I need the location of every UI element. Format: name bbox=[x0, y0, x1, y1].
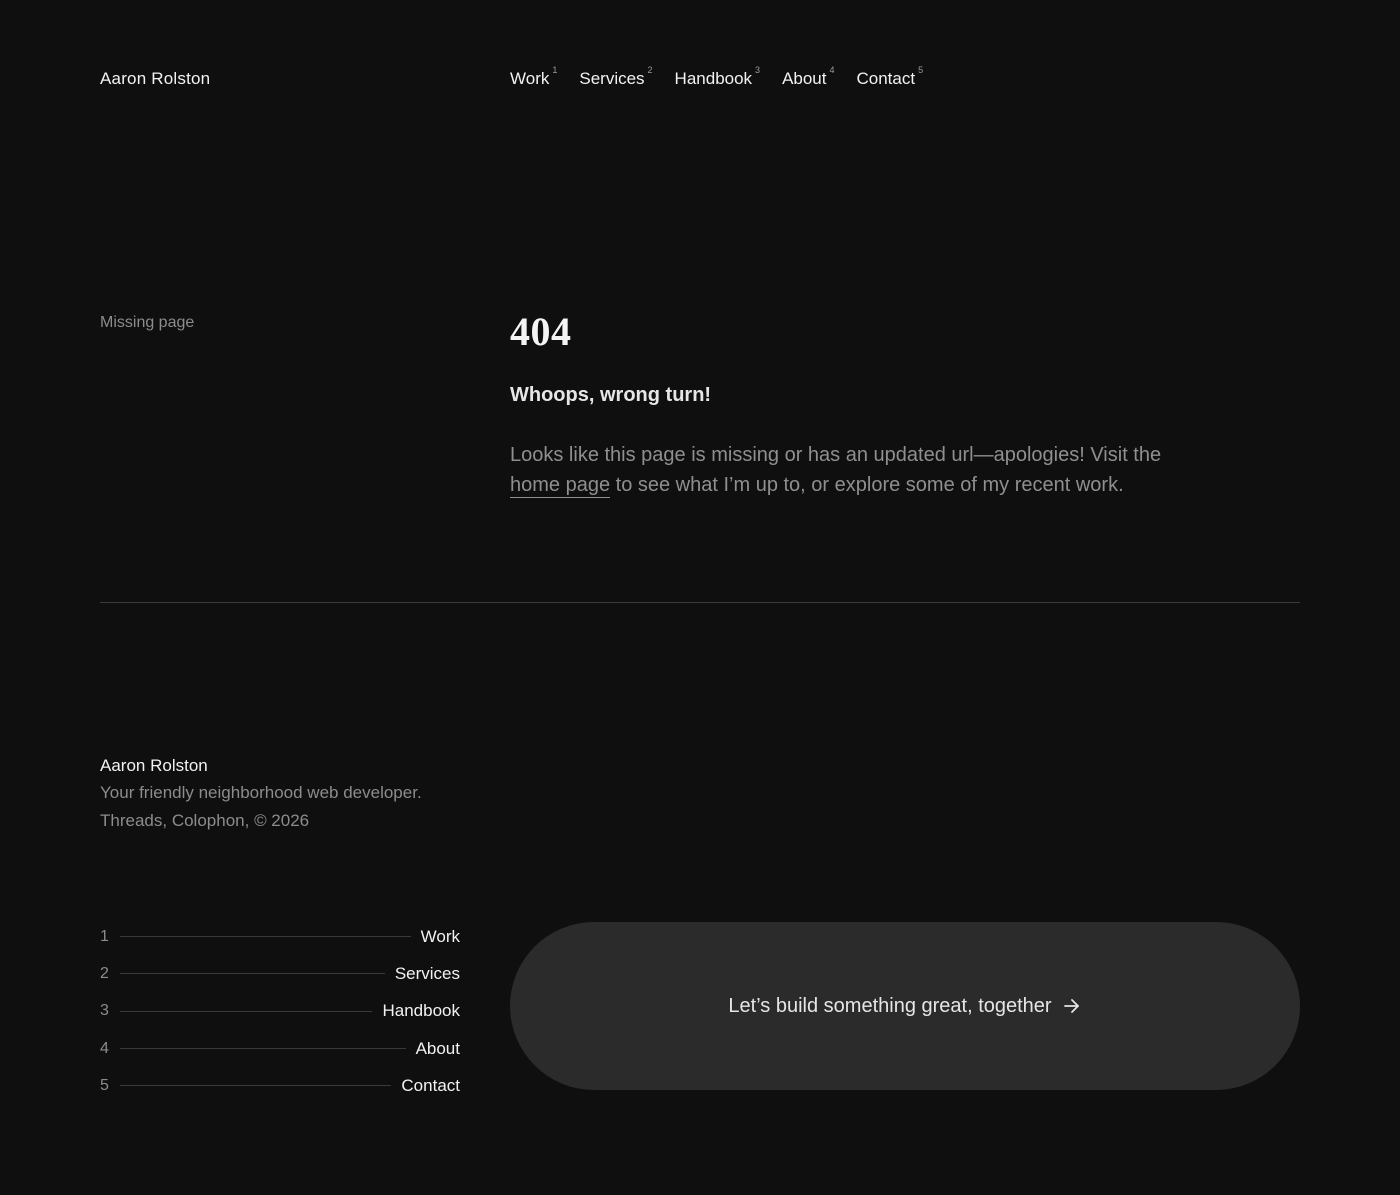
footer-nav-rule bbox=[120, 1010, 373, 1012]
section-divider bbox=[100, 602, 1300, 603]
nav-item-about[interactable]: About 4 bbox=[782, 65, 834, 89]
footer-nav-item-services[interactable]: 2 Services bbox=[100, 955, 460, 992]
nav-item-label: Contact bbox=[856, 69, 916, 88]
footer-nav-rule bbox=[120, 1085, 392, 1087]
threads-link[interactable]: Threads bbox=[100, 811, 162, 831]
nav-item-index: 4 bbox=[829, 65, 835, 75]
footer-nav-label: Services bbox=[394, 963, 460, 983]
footer-tagline: Your friendly neighborhood web developer… bbox=[100, 783, 422, 802]
footer-links: Threads , Colophon , © 2026 bbox=[100, 811, 309, 831]
nav-item-index: 1 bbox=[552, 65, 558, 75]
copyright: © 2026 bbox=[254, 811, 310, 830]
cta-label: Let’s build something great, together bbox=[728, 994, 1052, 1017]
footer-nav-label: Handbook bbox=[382, 1001, 460, 1021]
error-code: 404 bbox=[510, 309, 572, 354]
footer-nav-label: Contact bbox=[401, 1075, 460, 1095]
colophon-link[interactable]: Colophon bbox=[172, 811, 245, 831]
message-text-before: Looks like this page is missing or has a… bbox=[510, 444, 1162, 466]
arrow-right-icon bbox=[1062, 996, 1082, 1016]
footer-nav-number: 1 bbox=[100, 927, 109, 945]
footer-nav-rule bbox=[120, 1048, 406, 1050]
nav-item-services[interactable]: Services 2 bbox=[579, 65, 652, 89]
link-separator: , bbox=[244, 811, 255, 830]
footer-nav-number: 4 bbox=[100, 1039, 109, 1057]
nav-item-contact[interactable]: Contact 5 bbox=[856, 65, 924, 89]
link-separator: , bbox=[162, 811, 172, 830]
footer-nav-number: 2 bbox=[100, 964, 109, 982]
top-nav: Work 1 Services 2 Handbook 3 About 4 Con… bbox=[510, 65, 945, 89]
footer-nav-item-work[interactable]: 1 Work bbox=[100, 918, 460, 955]
nav-item-work[interactable]: Work 1 bbox=[510, 65, 557, 89]
cta-button[interactable]: Let’s build something great, together bbox=[510, 922, 1300, 1090]
nav-item-index: 5 bbox=[918, 65, 924, 75]
footer-nav-item-contact[interactable]: 5 Contact bbox=[100, 1067, 460, 1104]
nav-item-label: Services bbox=[579, 69, 645, 88]
section-label: Missing page bbox=[100, 314, 195, 331]
footer-nav-item-handbook[interactable]: 3 Handbook bbox=[100, 993, 460, 1030]
error-message: Looks like this page is missing or has a… bbox=[510, 440, 1170, 500]
footer-nav-rule bbox=[120, 936, 411, 938]
nav-item-label: Work bbox=[510, 69, 550, 88]
nav-item-index: 3 bbox=[755, 65, 761, 75]
home-page-link[interactable]: home page bbox=[510, 474, 611, 498]
nav-item-index: 2 bbox=[647, 65, 653, 75]
footer-nav: 1 Work 2 Services 3 Handbook 4 About 5 C… bbox=[100, 918, 460, 1104]
footer-nav-rule bbox=[120, 973, 385, 975]
footer-nav-label: Work bbox=[420, 926, 460, 946]
footer-nav-number: 3 bbox=[100, 1002, 109, 1020]
nav-item-handbook[interactable]: Handbook 3 bbox=[674, 65, 761, 89]
nav-item-label: About bbox=[782, 69, 827, 88]
nav-item-label: Handbook bbox=[674, 69, 753, 88]
message-text-after: to see what I’m up to, or explore some o… bbox=[610, 474, 1124, 496]
error-heading: Whoops, wrong turn! bbox=[510, 384, 712, 406]
footer-nav-number: 5 bbox=[100, 1076, 109, 1094]
footer-name: Aaron Rolston bbox=[100, 756, 208, 775]
brand-link[interactable]: Aaron Rolston bbox=[100, 69, 210, 89]
footer-nav-label: About bbox=[415, 1038, 460, 1058]
footer-nav-item-about[interactable]: 4 About bbox=[100, 1030, 460, 1067]
